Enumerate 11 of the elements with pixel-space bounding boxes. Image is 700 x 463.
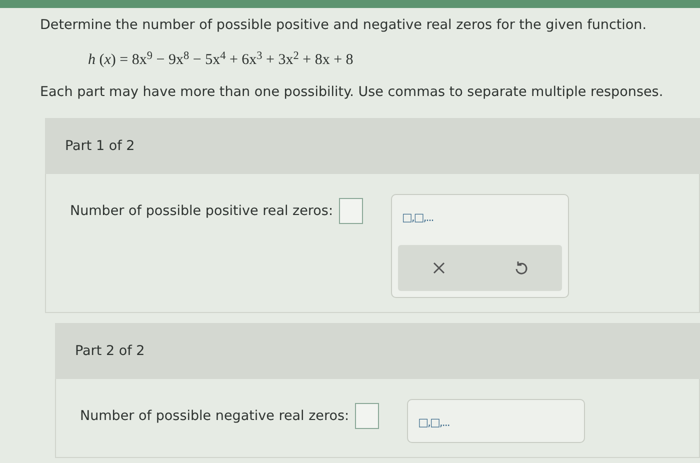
list-template-button[interactable]: □,□,... [414,415,450,432]
part-title: Part 2 of 2 [75,342,145,362]
instruction-text: Determine the number of possible positive and negative real zeros for the given function. [40,16,648,35]
close-icon [432,261,446,276]
function-formula: h (x) = 8x$^{9}$ − 9x$^{8}$ − 5x$^{4}$ + 6x$^{3}$ + 3x$^{2}$ + 8x + 8 [88,52,354,68]
note-text: Each part may have more than one possibility. Use commas to separate multiple responses. [40,82,664,102]
part-title: Part 1 of 2 [65,136,135,156]
list-template-button[interactable]: □,□,... [398,210,434,226]
prompt-label: Number of possible positive real zeros: [70,202,333,221]
undo-icon [514,260,528,276]
prompt-label: Number of possible negative real zeros: [80,407,350,426]
